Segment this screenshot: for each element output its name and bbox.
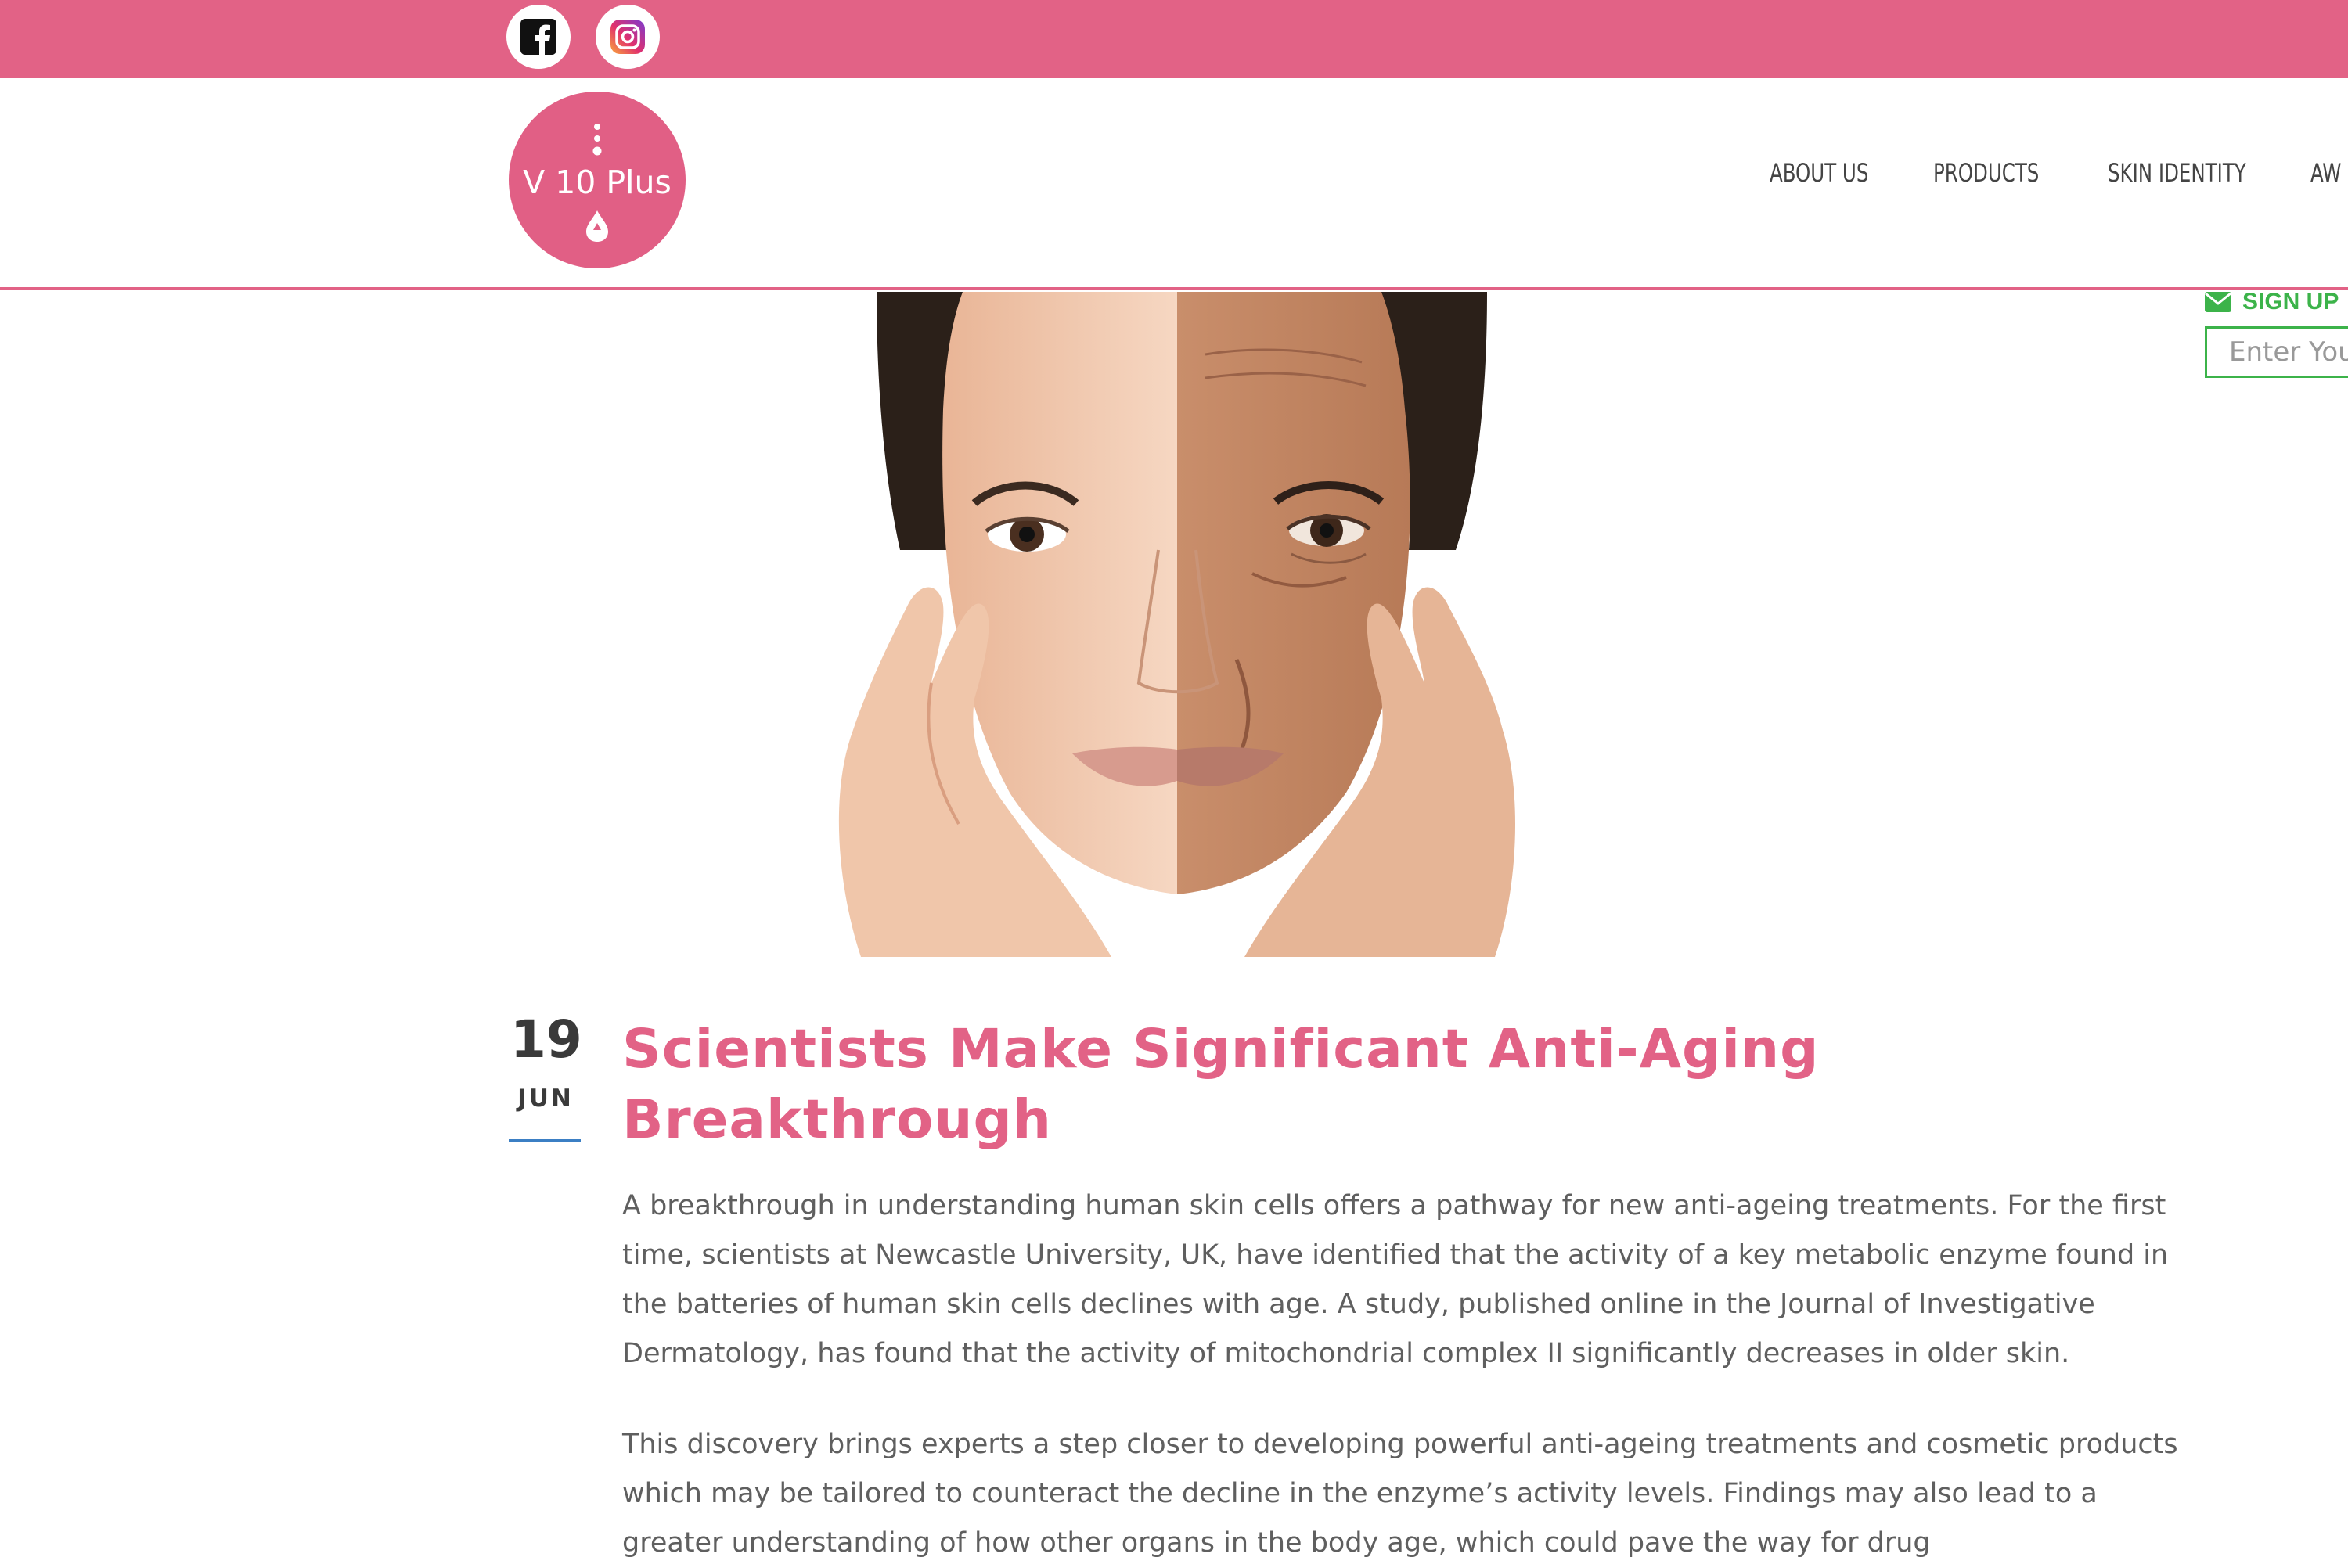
signup-label: SIGN UP bbox=[2205, 286, 2339, 318]
article-paragraph: A breakthrough in understanding human sk… bbox=[622, 1190, 2169, 1369]
post-date-day: 19 bbox=[510, 1009, 582, 1070]
nav-about-us[interactable]: ABOUT US bbox=[1770, 158, 1868, 188]
logo-drop-icon bbox=[586, 210, 608, 242]
date-divider bbox=[509, 1139, 581, 1142]
nav-awards[interactable]: AW bbox=[2310, 158, 2341, 188]
article-paragraph: This discovery brings experts a step clo… bbox=[622, 1429, 2178, 1559]
facebook-icon bbox=[520, 19, 556, 55]
post-date-month: JUN bbox=[517, 1084, 574, 1113]
logo-dots-icon bbox=[592, 124, 602, 156]
site-logo[interactable]: V 10 Plus bbox=[509, 92, 686, 268]
top-bar bbox=[0, 0, 2348, 78]
nav-products[interactable]: PRODUCTS bbox=[1933, 158, 2039, 188]
signup-label-text: SIGN UP bbox=[2242, 289, 2339, 315]
hero-face-image bbox=[838, 292, 1516, 957]
logo-text: V 10 Plus bbox=[523, 164, 672, 201]
signup-email-input[interactable] bbox=[2205, 326, 2348, 378]
facebook-link[interactable] bbox=[506, 5, 571, 69]
instagram-icon bbox=[610, 20, 645, 54]
instagram-link[interactable] bbox=[596, 5, 660, 69]
site-header: V 10 Plus ABOUT US PRODUCTS SKIN IDENTIT… bbox=[0, 78, 2348, 290]
mail-icon bbox=[2205, 292, 2231, 312]
article-title[interactable]: Scientists Make Significant Anti-Aging B… bbox=[622, 1014, 2109, 1155]
nav-skin-identity[interactable]: SKIN IDENTITY bbox=[2108, 158, 2246, 188]
